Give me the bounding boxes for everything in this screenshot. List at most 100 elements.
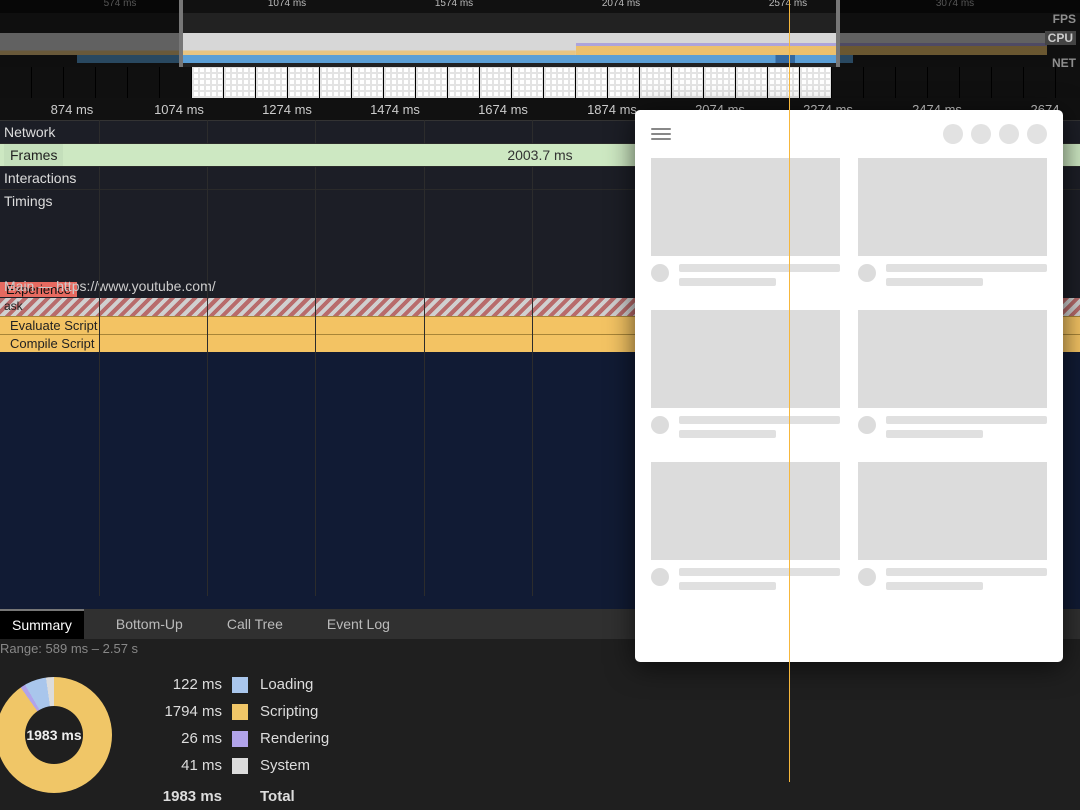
- legend-ms: 26 ms: [152, 730, 222, 747]
- preview-card: [858, 310, 1047, 444]
- legend-swatch: [232, 758, 248, 774]
- filmstrip-thumb[interactable]: [576, 67, 607, 98]
- legend-row-system: 41 ms System: [152, 752, 329, 779]
- avatar-icon: [858, 264, 876, 282]
- filmstrip-thumb[interactable]: [224, 67, 255, 98]
- overview-dim-left: [0, 0, 179, 67]
- overview-handle-right[interactable]: [836, 0, 840, 67]
- tab-event-log[interactable]: Event Log: [315, 610, 402, 638]
- preview-thumb: [651, 158, 840, 256]
- preview-card: [651, 158, 840, 292]
- filmstrip-thumb[interactable]: [320, 67, 351, 98]
- ruler-tick: 1574 ms: [435, 0, 473, 9]
- filmstrip-thumb[interactable]: [960, 67, 991, 98]
- preview-card: [651, 462, 840, 596]
- frames-label: Frames: [4, 144, 63, 166]
- filmstrip-thumb[interactable]: [64, 67, 95, 98]
- legend-name: Scripting: [260, 703, 329, 720]
- legend-total-label: Total: [260, 788, 329, 805]
- summary-donut: 1983 ms: [0, 677, 112, 793]
- ruler-tick: 1874 ms: [587, 102, 637, 117]
- summary-legend: 122 ms Loading 1794 ms Scripting 26 ms R…: [152, 671, 329, 810]
- ruler-tick: 1674 ms: [478, 102, 528, 117]
- filmstrip-thumb[interactable]: [1024, 67, 1055, 98]
- legend-swatch: [232, 789, 248, 805]
- ruler-tick: 2074 ms: [602, 0, 640, 9]
- filmstrip-thumb[interactable]: [544, 67, 575, 98]
- legend-swatch: [232, 677, 248, 693]
- filmstrip-thumb[interactable]: [672, 67, 703, 98]
- filmstrip-thumb[interactable]: [832, 67, 863, 98]
- tab-call-tree[interactable]: Call Tree: [215, 610, 295, 638]
- ruler-tick: 1474 ms: [370, 102, 420, 117]
- avatar-icon: [858, 416, 876, 434]
- overview-tag-fps: FPS: [1053, 12, 1076, 26]
- tab-summary[interactable]: Summary: [0, 609, 84, 639]
- preview-card: [651, 310, 840, 444]
- preview-thumb: [858, 462, 1047, 560]
- preview-grid: [651, 158, 1047, 596]
- preview-avatar-skeletons: [943, 124, 1047, 144]
- summary-panel: Range: 589 ms – 2.57 s 1983 ms 122 ms Lo…: [0, 639, 1080, 810]
- ruler-tick: 1074 ms: [268, 0, 306, 9]
- filmstrip-thumb[interactable]: [736, 67, 767, 98]
- menu-icon: [651, 125, 671, 143]
- filmstrip-thumb[interactable]: [640, 67, 671, 98]
- legend-ms: 122 ms: [152, 676, 222, 693]
- filmstrip[interactable]: [0, 67, 1080, 98]
- filmstrip-thumb[interactable]: [128, 67, 159, 98]
- filmstrip-thumb[interactable]: [160, 67, 191, 98]
- ruler-tick: 1074 ms: [154, 102, 204, 117]
- filmstrip-thumb[interactable]: [512, 67, 543, 98]
- ruler-tick: 874 ms: [51, 102, 94, 117]
- screenshot-preview: [635, 110, 1063, 662]
- preview-card: [858, 158, 1047, 292]
- tab-bottom-up[interactable]: Bottom-Up: [104, 610, 195, 638]
- filmstrip-thumb[interactable]: [256, 67, 287, 98]
- filmstrip-thumb[interactable]: [480, 67, 511, 98]
- filmstrip-thumb[interactable]: [608, 67, 639, 98]
- preview-header: [651, 122, 1047, 146]
- filmstrip-thumb[interactable]: [352, 67, 383, 98]
- preview-thumb: [651, 310, 840, 408]
- filmstrip-thumb[interactable]: [288, 67, 319, 98]
- filmstrip-thumb[interactable]: [768, 67, 799, 98]
- preview-thumb: [651, 462, 840, 560]
- legend-ms: 1794 ms: [152, 703, 222, 720]
- legend-swatch: [232, 704, 248, 720]
- overview-minimap[interactable]: 574 ms 1074 ms 1574 ms 2074 ms 2574 ms 3…: [0, 0, 1080, 67]
- donut-center: 1983 ms: [26, 727, 81, 743]
- legend-name: Rendering: [260, 730, 329, 747]
- legend-row-rendering: 26 ms Rendering: [152, 725, 329, 752]
- filmstrip-thumb[interactable]: [32, 67, 63, 98]
- filmstrip-thumb[interactable]: [704, 67, 735, 98]
- filmstrip-thumb[interactable]: [96, 67, 127, 98]
- legend-row-scripting: 1794 ms Scripting: [152, 698, 329, 725]
- filmstrip-thumb[interactable]: [384, 67, 415, 98]
- playhead[interactable]: [789, 0, 790, 782]
- filmstrip-thumb[interactable]: [416, 67, 447, 98]
- filmstrip-thumb[interactable]: [864, 67, 895, 98]
- avatar-icon: [651, 568, 669, 586]
- range-text: Range: 589 ms – 2.57 s: [0, 641, 138, 656]
- filmstrip-thumb[interactable]: [896, 67, 927, 98]
- legend-swatch: [232, 731, 248, 747]
- ruler-tick: 1274 ms: [262, 102, 312, 117]
- preview-thumb: [858, 158, 1047, 256]
- filmstrip-thumb[interactable]: [992, 67, 1023, 98]
- filmstrip-thumb[interactable]: [448, 67, 479, 98]
- avatar-icon: [651, 416, 669, 434]
- filmstrip-thumb[interactable]: [1056, 67, 1080, 98]
- filmstrip-thumb[interactable]: [0, 67, 31, 98]
- overview-tag-cpu: CPU: [1045, 31, 1076, 45]
- preview-thumb: [858, 310, 1047, 408]
- overview-handle-left[interactable]: [179, 0, 183, 67]
- ruler-tick: 2574 ms: [769, 0, 807, 9]
- filmstrip-thumb[interactable]: [928, 67, 959, 98]
- legend-row-loading: 122 ms Loading: [152, 671, 329, 698]
- filmstrip-thumb[interactable]: [800, 67, 831, 98]
- avatar-icon: [858, 568, 876, 586]
- legend-name: Loading: [260, 676, 329, 693]
- legend-name: System: [260, 757, 329, 774]
- filmstrip-thumb[interactable]: [192, 67, 223, 98]
